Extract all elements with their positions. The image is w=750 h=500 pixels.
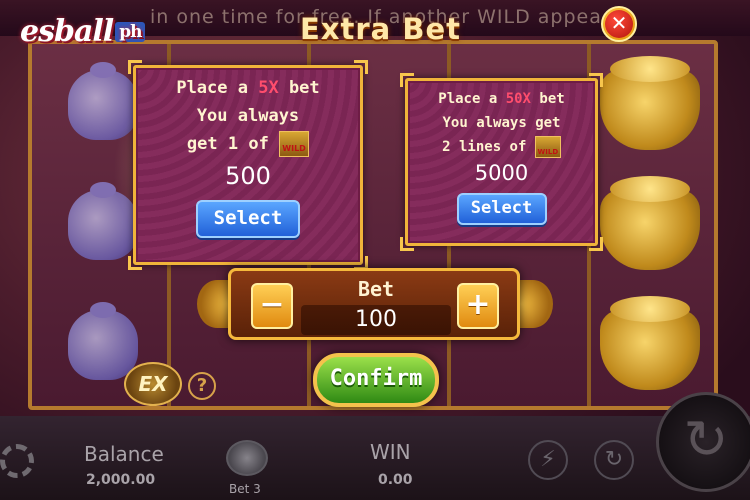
chips-icon[interactable] [226,440,268,476]
turbo-bolt-icon[interactable]: ⚡ [528,440,568,480]
option-card-5x: Place a 5X bet You always get 1 of WILD … [128,60,368,270]
bet-value: 100 [301,305,451,335]
line-prefix: Place a [438,91,506,107]
wild-symbol-icon: WILD [279,131,310,157]
corner-ornament [128,60,142,74]
close-button[interactable]: ✕ [601,6,637,42]
line-suffix: bet [278,78,320,98]
bet-stepper: − Bet 100 + [228,268,520,340]
line-prefix: Place a [176,78,259,98]
multiplier-text: 50X [505,91,531,107]
money-bag-symbol [68,302,138,380]
corner-ornament [400,237,414,251]
corner-ornament [589,73,603,87]
dialog-title: Extra Bet [300,12,461,46]
gold-pot-symbol [600,56,700,150]
option-value: 5000 [474,161,529,185]
logo-suffix: ph [115,22,146,42]
option-line-3: get 1 of WILD [136,130,360,158]
corner-ornament [589,237,603,251]
close-icon: ✕ [605,10,633,38]
bet-level-label: Bet 3 [229,482,261,496]
line-3-text: 2 lines of [442,139,527,155]
decrease-bet-button[interactable]: − [251,283,293,329]
balance-value: 2,000.00 [86,472,156,488]
option-value: 500 [225,162,271,190]
line-suffix: bet [531,91,565,107]
option-line-1: Place a 5X bet [136,74,360,102]
option-line-3: 2 lines of WILD [408,135,595,159]
autoplay-icon[interactable]: ↻ [594,440,634,480]
help-icon[interactable]: ? [188,372,216,400]
spin-button[interactable]: ↻ [656,392,750,492]
bet-label: Bet [357,277,395,301]
wild-symbol-icon: WILD [534,136,561,158]
corner-ornament [128,256,142,270]
increase-bet-button[interactable]: + [457,283,499,329]
brand-logo: esball ph [20,14,146,49]
confirm-button[interactable]: Confirm [313,353,439,407]
option-line-1: Place a 50X bet [408,87,595,111]
gold-pot-symbol [600,176,700,270]
corner-ornament [354,60,368,74]
select-button-5x[interactable]: Select [196,200,300,238]
option-card-50x: Place a 50X bet You always get 2 lines o… [400,73,603,251]
option-line-2: You always get [442,115,561,131]
option-line-2: You always [196,106,300,126]
select-button-50x[interactable]: Select [456,193,547,225]
extra-bet-icon[interactable]: EX [124,362,182,406]
win-value: 0.00 [378,472,413,488]
gear-icon[interactable] [0,444,34,478]
line-3-text: get 1 of [186,134,269,154]
win-label: WIN [370,440,411,464]
balance-label: Balance [84,442,164,466]
multiplier-text: 5X [258,78,279,98]
gold-pot-symbol [600,296,700,390]
logo-text: esball [20,14,114,49]
corner-ornament [400,73,414,87]
